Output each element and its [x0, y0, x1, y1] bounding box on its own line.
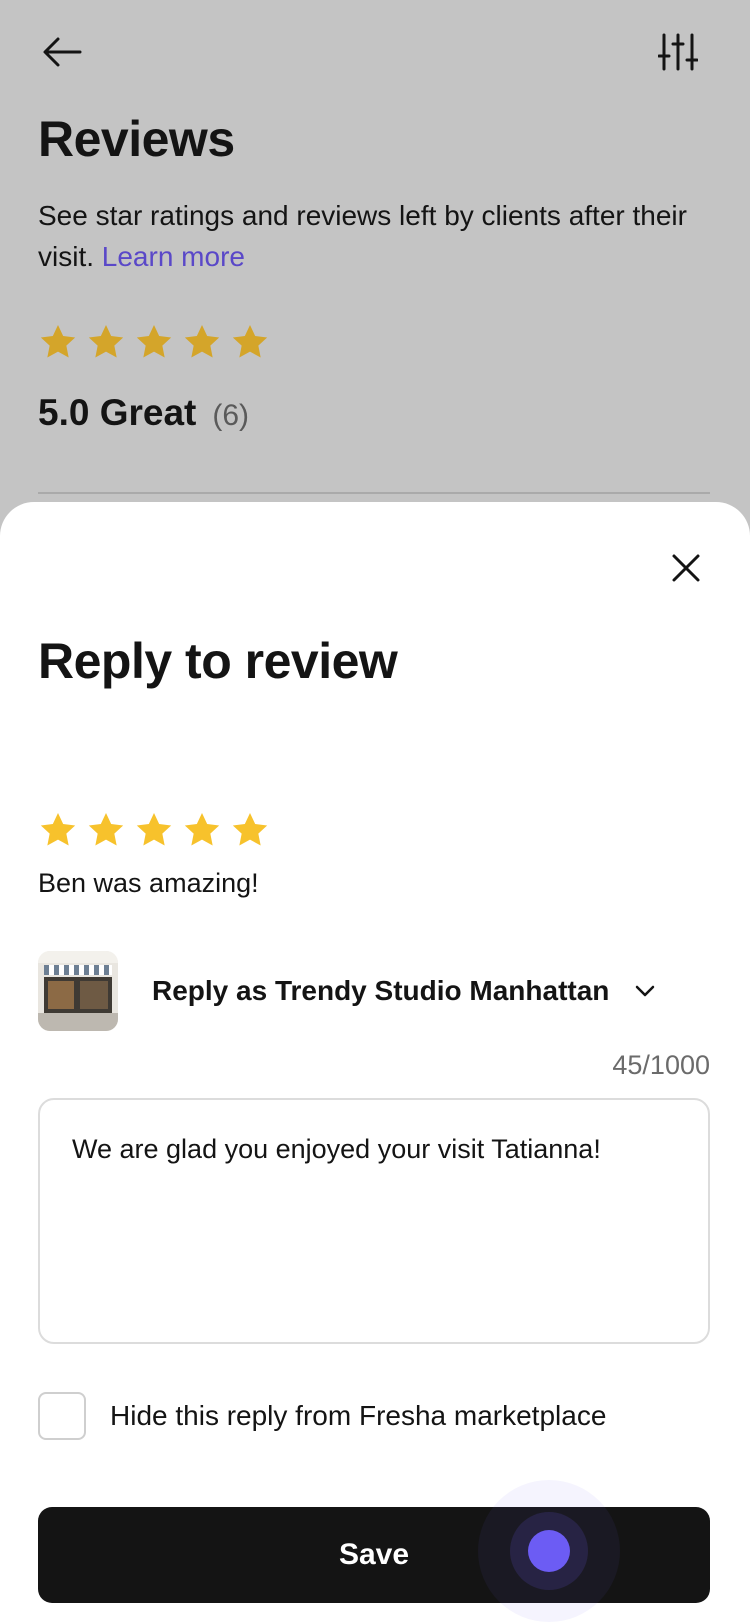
star-icon	[88, 813, 124, 846]
close-icon	[672, 554, 700, 582]
reviews-page: Reviews See star ratings and reviews lef…	[0, 0, 750, 520]
reply-as-label: Reply as Trendy Studio Manhattan	[152, 975, 610, 1006]
hide-reply-option[interactable]: Hide this reply from Fresha marketplace	[38, 1392, 606, 1440]
hide-reply-label: Hide this reply from Fresha marketplace	[110, 1400, 607, 1431]
sheet-title: Reply to review	[38, 633, 398, 689]
back-button[interactable]	[38, 28, 86, 76]
character-counter: 45/1000	[612, 1050, 710, 1080]
reply-as-selector[interactable]: Reply as Trendy Studio Manhattan	[38, 950, 698, 1032]
star-icon	[184, 325, 220, 358]
review-count: (6)	[212, 399, 250, 432]
star-icon	[136, 813, 172, 846]
filter-button[interactable]	[654, 28, 702, 76]
star-icon	[136, 325, 172, 358]
learn-more-link[interactable]: Learn more	[102, 241, 245, 272]
star-icon	[88, 325, 124, 358]
review-text: Ben was amazing!	[38, 868, 259, 898]
venue-thumbnail	[38, 951, 118, 1031]
rating-value: 5.0 Great	[38, 392, 197, 433]
page-title: Reviews	[38, 111, 235, 167]
sliders-icon	[658, 33, 698, 71]
reply-sheet: Reply to review Ben was amazing! Reply a…	[0, 502, 750, 1624]
overall-rating-stars	[38, 322, 270, 362]
star-icon	[232, 813, 268, 846]
close-button[interactable]	[662, 544, 710, 592]
review-stars	[38, 810, 270, 850]
star-icon	[40, 325, 76, 358]
arrow-left-icon	[43, 37, 82, 67]
star-icon	[40, 813, 76, 846]
star-icon	[232, 325, 268, 358]
page-description: See star ratings and reviews left by cli…	[38, 195, 718, 277]
touch-indicator	[528, 1530, 570, 1572]
star-icon	[184, 813, 220, 846]
hide-reply-checkbox[interactable]	[38, 1392, 86, 1440]
chevron-down-icon	[631, 977, 659, 1005]
rating-summary: 5.0 Great (6)	[38, 392, 249, 434]
divider	[38, 492, 710, 494]
reply-textarea[interactable]: We are glad you enjoyed your visit Tatia…	[38, 1098, 710, 1344]
